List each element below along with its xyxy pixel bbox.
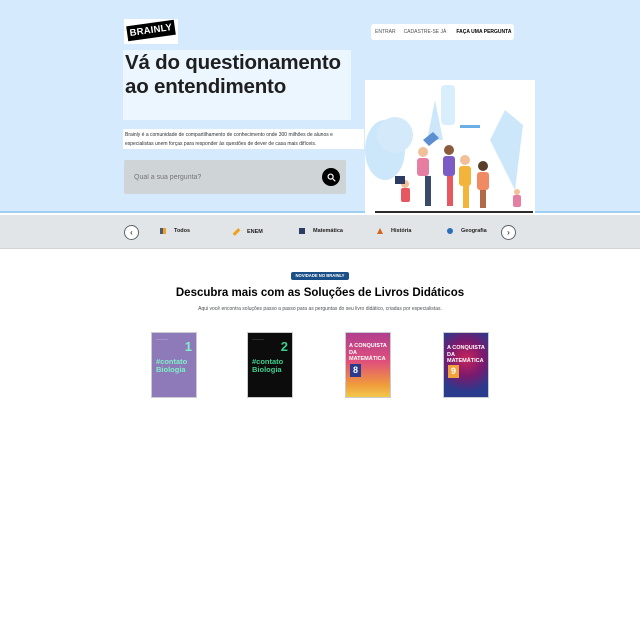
category-label: Matemática <box>313 228 343 234</box>
signup-link[interactable]: CADASTRE-SE JÁ <box>400 29 451 35</box>
grid-icon <box>160 228 166 234</box>
hero-illustration <box>365 80 535 213</box>
next-arrow-button[interactable]: › <box>501 225 516 240</box>
book-number: 2 <box>280 339 288 354</box>
category-item-matematica[interactable]: Matemática <box>299 228 343 234</box>
logo-text: BRAINLY <box>126 19 176 42</box>
pencil-icon <box>232 228 241 236</box>
category-item-geografia[interactable]: Geografia <box>447 228 487 234</box>
book-number: 1 <box>184 339 192 354</box>
search-icon <box>326 172 336 182</box>
category-label: Geografia <box>461 228 487 234</box>
search-box <box>124 160 346 194</box>
textbook-card[interactable]: A CONQUISTA DA MATEMÁTICA 8 <box>345 332 391 398</box>
textbooks-subtitle: Aqui você encontra soluções passo a pass… <box>198 306 442 312</box>
category-label: Todos <box>174 228 191 234</box>
previous-arrow-button[interactable]: ‹ <box>124 225 139 240</box>
book-number: 9 <box>448 365 459 378</box>
top-nav: ENTRAR CADASTRE-SE JÁ FAÇA UMA PERGUNTA <box>371 24 514 40</box>
ask-question-button[interactable]: FAÇA UMA PERGUNTA <box>452 29 515 35</box>
category-item-todos[interactable]: Todos <box>160 228 190 234</box>
book-cover-text: A CONQUISTA DA MATEMÁTICA <box>349 343 387 362</box>
calculator-icon <box>299 228 305 234</box>
brainly-logo[interactable]: BRAINLY <box>124 19 178 44</box>
book-cover-text: #contato Biologia <box>252 357 284 374</box>
chevron-right-icon: › <box>507 227 510 237</box>
new-feature-badge: NOVIDADE NO BRAINLY <box>291 272 349 280</box>
category-label: História <box>391 228 412 234</box>
hero-subtitle: Brainly é a comunidade de compartilhamen… <box>123 129 364 149</box>
textbook-card[interactable]: A CONQUISTA DA MATEMÁTICA 9 <box>443 332 489 398</box>
textbooks-title: Descubra mais com as Soluções de Livros … <box>175 287 465 299</box>
textbook-card[interactable]: ———— 1 #contato Biologia <box>151 332 197 398</box>
globe-icon <box>447 228 453 234</box>
category-item-historia[interactable]: História <box>377 228 411 234</box>
category-item-enem[interactable]: ENEM <box>232 228 263 236</box>
category-bar: ‹ Todos ENEM Matemática História Geograf… <box>0 215 640 249</box>
chevron-left-icon: ‹ <box>130 227 133 237</box>
hero-headline: Vá do questionamento ao entendimento <box>123 50 351 120</box>
login-link[interactable]: ENTRAR <box>371 29 400 35</box>
book-cover-text: A CONQUISTA DA MATEMÁTICA <box>447 345 485 364</box>
book-cover-text: #contato Biologia <box>156 357 188 374</box>
search-button[interactable] <box>322 168 340 186</box>
book-number: 8 <box>350 364 361 377</box>
category-label: ENEM <box>247 229 263 235</box>
pyramid-icon <box>377 228 383 234</box>
search-input[interactable] <box>134 169 314 185</box>
textbook-card[interactable]: ———— 2 #contato Biologia <box>247 332 293 398</box>
hero-section: BRAINLY ENTRAR CADASTRE-SE JÁ FAÇA UMA P… <box>0 0 640 213</box>
